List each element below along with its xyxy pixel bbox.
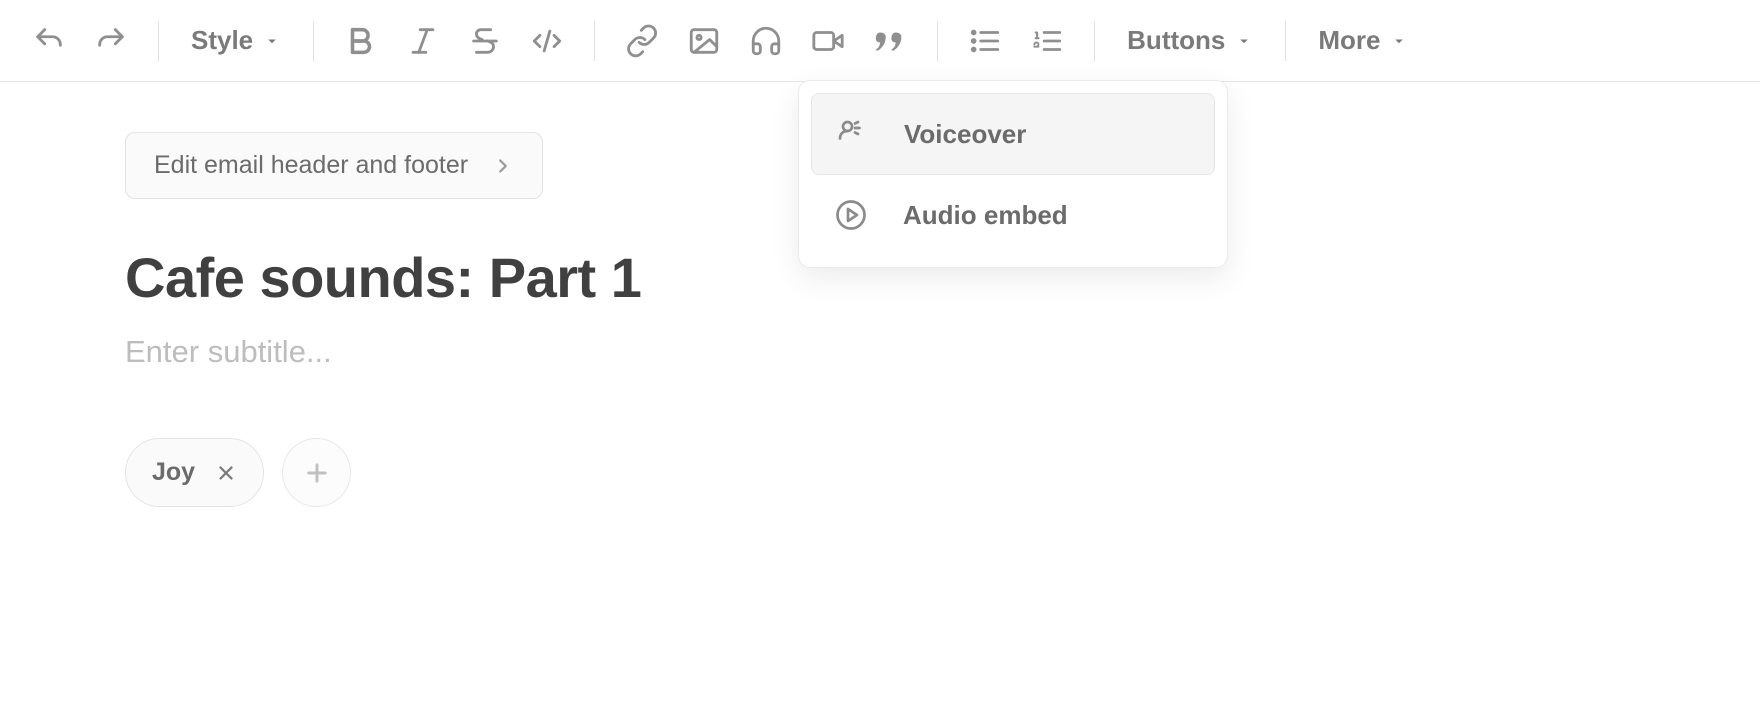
video-button[interactable] — [799, 12, 857, 70]
bold-icon — [344, 24, 378, 58]
tag-label: Joy — [152, 458, 195, 487]
style-dropdown-button[interactable]: Style — [177, 12, 295, 70]
bullet-list-button[interactable] — [956, 12, 1014, 70]
code-icon — [530, 24, 564, 58]
subtitle-input[interactable] — [125, 334, 1635, 370]
undo-button[interactable] — [20, 12, 78, 70]
redo-button[interactable] — [82, 12, 140, 70]
editor-content: Edit email header and footer Cafe sounds… — [0, 82, 1760, 557]
toolbar-divider — [313, 21, 314, 61]
headphones-icon — [749, 24, 783, 58]
link-icon — [625, 24, 659, 58]
toolbar: Style Buttons More — [0, 0, 1760, 82]
tags-row: Joy — [125, 438, 1635, 507]
buttons-dropdown-button[interactable]: Buttons — [1113, 12, 1267, 70]
toolbar-divider — [937, 21, 938, 61]
post-title[interactable]: Cafe sounds: Part 1 — [125, 245, 1635, 310]
quote-icon — [873, 24, 907, 58]
strikethrough-icon — [468, 24, 502, 58]
numbered-list-icon — [1030, 24, 1064, 58]
add-tag-button[interactable] — [282, 438, 351, 507]
undo-icon — [32, 24, 66, 58]
style-label: Style — [191, 25, 253, 56]
toolbar-divider — [158, 21, 159, 61]
image-button[interactable] — [675, 12, 733, 70]
plus-icon — [303, 459, 331, 487]
strikethrough-button[interactable] — [456, 12, 514, 70]
bullet-list-icon — [968, 24, 1002, 58]
audio-button[interactable] — [737, 12, 795, 70]
caret-down-icon — [1390, 32, 1408, 50]
quote-button[interactable] — [861, 12, 919, 70]
italic-button[interactable] — [394, 12, 452, 70]
more-label: More — [1318, 25, 1380, 56]
tag-chip[interactable]: Joy — [125, 438, 264, 507]
code-button[interactable] — [518, 12, 576, 70]
close-icon[interactable] — [215, 462, 237, 484]
caret-down-icon — [263, 32, 281, 50]
edit-header-footer-button[interactable]: Edit email header and footer — [125, 132, 543, 199]
more-dropdown-button[interactable]: More — [1304, 12, 1422, 70]
toolbar-divider — [594, 21, 595, 61]
buttons-label: Buttons — [1127, 25, 1225, 56]
edit-header-footer-label: Edit email header and footer — [154, 151, 468, 180]
image-icon — [687, 24, 721, 58]
chevron-right-icon — [492, 155, 514, 177]
italic-icon — [406, 24, 440, 58]
video-icon — [811, 24, 845, 58]
redo-icon — [94, 24, 128, 58]
numbered-list-button[interactable] — [1018, 12, 1076, 70]
caret-down-icon — [1235, 32, 1253, 50]
toolbar-divider — [1094, 21, 1095, 61]
bold-button[interactable] — [332, 12, 390, 70]
link-button[interactable] — [613, 12, 671, 70]
toolbar-divider — [1285, 21, 1286, 61]
